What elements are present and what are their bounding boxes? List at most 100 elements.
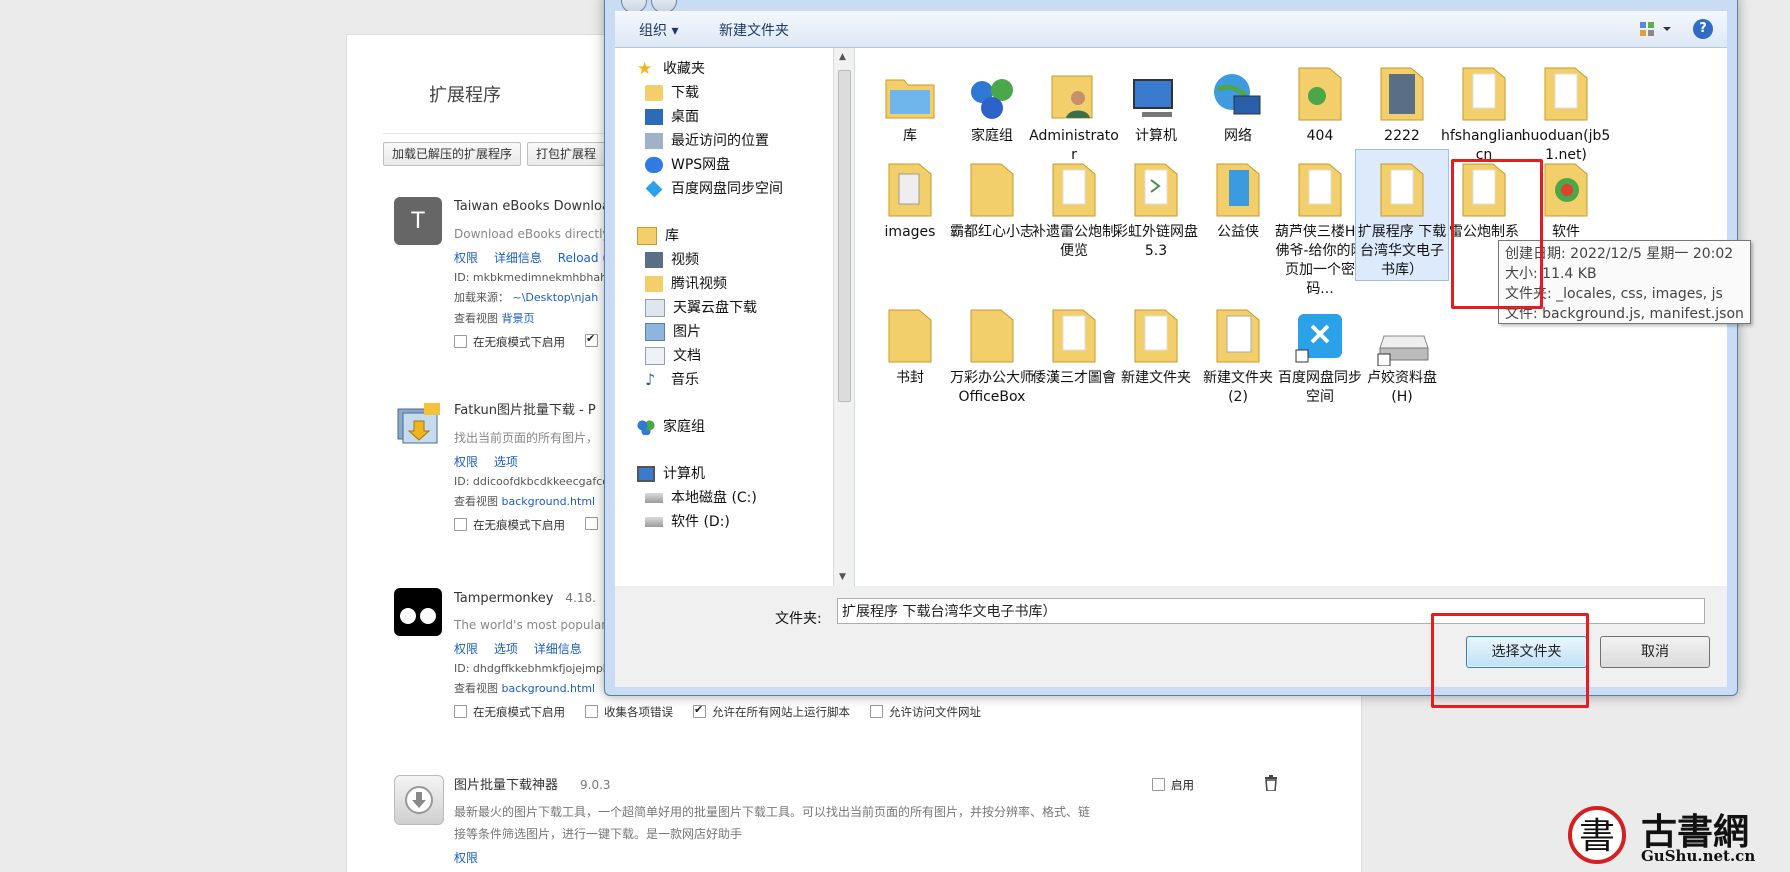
folder-item[interactable]: 404 [1274, 54, 1366, 146]
details-link[interactable]: 详细信息 [534, 642, 582, 656]
background-page-link[interactable]: background.html [502, 495, 596, 508]
folder-icon [1274, 54, 1366, 124]
drive-icon [645, 517, 663, 527]
organize-menu[interactable]: 组织 ▾ [639, 20, 678, 40]
options-link[interactable]: 选项 [494, 642, 518, 656]
new-folder-button[interactable]: 新建文件夹 [719, 20, 789, 40]
folder-item[interactable]: 霸都红心小志 [946, 150, 1038, 242]
library-icon [637, 227, 657, 245]
nav-downloads[interactable]: 下载 [645, 82, 699, 104]
folder-icon [864, 296, 956, 366]
incognito-checkbox[interactable]: 在无痕模式下启用 [454, 704, 565, 720]
checked-checkbox[interactable] [585, 332, 598, 347]
folder-icon [1438, 54, 1530, 124]
collect-errors-checkbox[interactable]: 收集各项错误 [585, 704, 673, 720]
nav-tianyi-download[interactable]: 天翼云盘下载 [645, 297, 757, 319]
nav-library[interactable]: 库 [637, 225, 679, 247]
folder-icon [1192, 150, 1284, 220]
nav-baidu-sync[interactable]: 百度网盘同步空间 [645, 178, 783, 200]
scroll-up-arrow[interactable]: ▲ [839, 52, 846, 62]
folder-item[interactable]: 公益侠 [1192, 150, 1284, 242]
source-label: 加载来源： [454, 291, 509, 304]
document-icon [645, 347, 665, 365]
command-bar: 组织 ▾ 新建文件夹 ? [615, 11, 1727, 48]
folder-item[interactable]: 新建文件夹 [1110, 296, 1202, 388]
document-icon [645, 299, 665, 317]
source-path-link[interactable]: ~\Desktop\njah [513, 291, 599, 304]
nav-favorites[interactable]: ★ 收藏夹 [637, 58, 705, 80]
folder-item[interactable]: 新建文件夹 (2) [1192, 296, 1284, 407]
folder-item[interactable]: 卢姣资料盘 (H) [1356, 296, 1448, 407]
file-access-checkbox[interactable]: 允许访问文件网址 [870, 704, 981, 720]
music-icon: ♪ [645, 370, 656, 389]
load-unpacked-button[interactable]: 加载已解压的扩展程序 [383, 142, 522, 166]
folder-item[interactable]: 计算机 [1110, 54, 1202, 146]
extension-icon: T [394, 197, 442, 245]
background-page-link[interactable]: background.html [502, 682, 596, 695]
nav-pictures[interactable]: 图片 [645, 321, 701, 343]
nav-desktop[interactable]: 桌面 [645, 106, 699, 128]
scroll-thumb[interactable] [838, 70, 851, 402]
nav-videos[interactable]: 视频 [645, 249, 699, 271]
folder-item[interactable]: 库 [864, 54, 956, 146]
nav-documents[interactable]: 文档 [645, 345, 701, 367]
extension-desc-2: 接等条件筛选图片，进行一键下载。是一款网店好助手 [454, 827, 743, 841]
folder-item[interactable]: 万彩办公大师OfficeBox [946, 296, 1038, 407]
selected-folder-item[interactable]: 扩展程序 下载台湾华文电子书库） [1355, 149, 1449, 281]
enable-checkbox[interactable]: 启用 [1152, 777, 1194, 793]
folder-item[interactable]: 百度网盘同步空间 [1274, 296, 1366, 407]
nav-drive-c[interactable]: 本地磁盘 (C:) [645, 487, 757, 509]
computer-icon [1110, 54, 1202, 124]
permissions-link[interactable]: 权限 [454, 455, 478, 469]
tampermonkey-icon [394, 588, 442, 636]
details-link[interactable]: 详细信息 [494, 251, 542, 265]
folder-item[interactable]: images [864, 150, 956, 242]
folder-item[interactable]: 网络 [1192, 54, 1284, 146]
nav-scrollbar[interactable]: ▲ ▼ [833, 48, 854, 586]
homegroup-icon [637, 419, 655, 435]
folder-label: 文件夹: [775, 611, 822, 627]
folder-icon [1028, 296, 1120, 366]
star-icon: ★ [637, 59, 653, 79]
pack-extension-button[interactable]: 打包扩展程 [527, 142, 606, 166]
folder-item[interactable]: hfshanglian.cn [1438, 54, 1530, 165]
network-icon [1192, 54, 1284, 124]
nav-drive-d[interactable]: 软件 (D:) [645, 511, 730, 533]
incognito-checkbox[interactable]: 在无痕模式下启用 [454, 334, 565, 350]
nav-homegroup[interactable]: 家庭组 [637, 416, 705, 438]
folder-item[interactable]: 倭漢三才圖會 [1028, 296, 1120, 388]
incognito-checkbox[interactable]: 在无痕模式下启用 [454, 517, 565, 533]
permissions-link[interactable]: 权限 [454, 251, 478, 265]
folder-item[interactable]: 家庭组 [946, 54, 1038, 146]
download-icon [394, 775, 444, 825]
permissions-link[interactable]: 权限 [454, 851, 478, 865]
background-page-link[interactable]: 背景页 [502, 312, 535, 325]
view-options-icon[interactable] [1639, 21, 1671, 37]
run-all-sites-checkbox[interactable]: 允许在所有网站上运行脚本 [693, 703, 850, 720]
folder-item[interactable]: 补遗雷公炮制便览 [1028, 150, 1120, 261]
nav-tencent-video[interactable]: 腾讯视频 [645, 273, 727, 295]
options-link[interactable]: 选项 [494, 455, 518, 469]
cancel-button[interactable]: 取消 [1600, 636, 1710, 668]
help-button[interactable]: ? [1693, 19, 1713, 39]
folder-item[interactable]: huoduan(jb51.net) [1520, 54, 1612, 165]
nav-computer[interactable]: 计算机 [637, 463, 705, 485]
extension-desc: 最新最火的图片下载工具，一个超简单好用的批量图片下载工具。可以找出当前页面的所有… [454, 805, 1091, 819]
folder-item[interactable]: 葫芦侠三楼HR佛爷-给你的网页加一个密码... [1274, 150, 1366, 299]
folder-icon [1356, 150, 1448, 220]
desktop-icon [645, 109, 663, 125]
nav-music[interactable]: ♪ 音乐 [645, 369, 699, 391]
folder-item[interactable]: 彩虹外链网盘5.3 [1110, 150, 1202, 261]
homegroup-icon [946, 54, 1038, 124]
folder-icon [1028, 150, 1120, 220]
nav-wps-cloud[interactable]: WPS网盘 [645, 154, 730, 176]
folder-item[interactable]: 书封 [864, 296, 956, 388]
folder-item[interactable]: 2222 [1356, 54, 1448, 146]
nav-recent[interactable]: 最近访问的位置 [645, 130, 769, 152]
scroll-down-arrow[interactable]: ▼ [839, 572, 846, 582]
extension-name: Tampermonkey [454, 591, 554, 606]
permissions-link[interactable]: 权限 [454, 642, 478, 656]
folder-item[interactable]: Administrator [1028, 54, 1120, 165]
checkbox[interactable] [585, 517, 598, 530]
trash-icon[interactable] [1264, 775, 1278, 795]
